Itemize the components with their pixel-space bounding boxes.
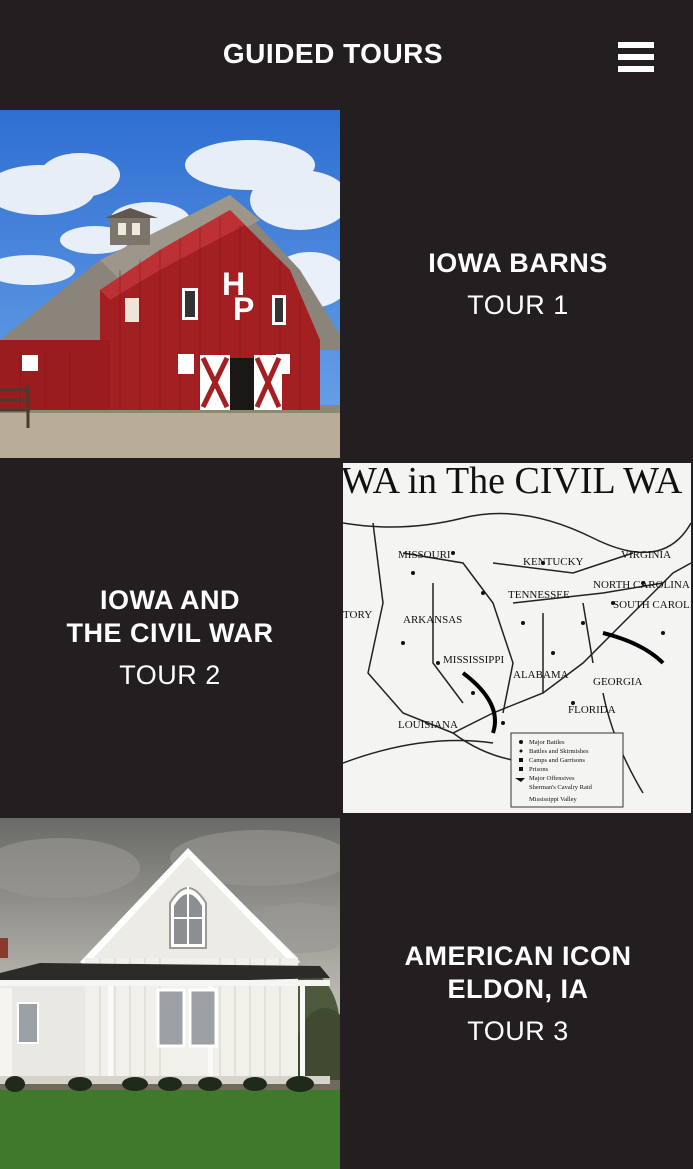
map-label-state: TORY xyxy=(343,609,372,621)
tour-2-image[interactable]: WA in The CIVIL WA MISSOURI KENTUCKY VIR… xyxy=(343,463,691,813)
map-label-state: TENNESSEE xyxy=(508,589,570,601)
map-label-state: GEORGIA xyxy=(593,676,643,688)
map-label-state: ARKANSAS xyxy=(403,614,462,626)
tour-3-image[interactable] xyxy=(0,818,340,1169)
hamburger-menu-icon[interactable] xyxy=(612,38,660,78)
map-label-state: LOUISIANA xyxy=(398,719,458,731)
app-header: GUIDED TOURS xyxy=(0,0,693,110)
map-legend-item: Mississippi Valley xyxy=(529,796,577,803)
tour-1-card[interactable]: IOWA BARNS TOUR 1 xyxy=(343,110,693,458)
svg-text:P: P xyxy=(233,291,254,327)
map-legend-item: Camps and Garrisons xyxy=(529,757,585,764)
map-label-state: VIRGINIA xyxy=(621,549,671,561)
tour-3-title: AMERICAN ICON ELDON, IA xyxy=(404,941,632,1004)
map-legend-item: Major Battles xyxy=(529,739,565,746)
map-label-state: MISSISSIPPI xyxy=(443,654,504,666)
map-heading: WA in The CIVIL WA xyxy=(343,463,683,502)
tour-2-subtitle: TOUR 2 xyxy=(119,659,221,690)
map-legend-item: Sherman's Cavalry Raid xyxy=(529,784,593,791)
tour-3-subtitle: TOUR 3 xyxy=(467,1016,569,1046)
map-label-state: ALABAMA xyxy=(513,669,569,681)
map-label-state: MISSOURI xyxy=(398,549,451,561)
map-legend-item: Battles and Skirmishes xyxy=(529,748,589,755)
tour-2-title: IOWA AND THE CIVIL WAR xyxy=(66,584,274,648)
white-gothic-house-photo xyxy=(0,818,340,1169)
map-label-state: NORTH CAROLINA xyxy=(593,579,690,591)
map-legend-item: Prisons xyxy=(529,766,549,773)
civil-war-map: WA in The CIVIL WA MISSOURI KENTUCKY VIR… xyxy=(343,463,691,813)
page-title: GUIDED TOURS xyxy=(222,38,444,69)
tour-1-title: IOWA BARNS xyxy=(428,248,608,278)
tour-1-subtitle: TOUR 1 xyxy=(467,290,569,320)
tour-1-image[interactable]: H P xyxy=(0,110,340,458)
red-barn-photo: H P xyxy=(0,110,340,458)
map-label-state: SOUTH CAROLINA xyxy=(613,599,691,611)
map-label-state: KENTUCKY xyxy=(523,556,584,568)
map-label-state: FLORIDA xyxy=(568,704,616,716)
map-legend-item: Major Offensives xyxy=(529,775,575,782)
tour-2-card[interactable]: IOWA AND THE CIVIL WAR TOUR 2 xyxy=(0,463,345,811)
tour-3-card[interactable]: AMERICAN ICON ELDON, IA TOUR 3 xyxy=(343,818,693,1169)
